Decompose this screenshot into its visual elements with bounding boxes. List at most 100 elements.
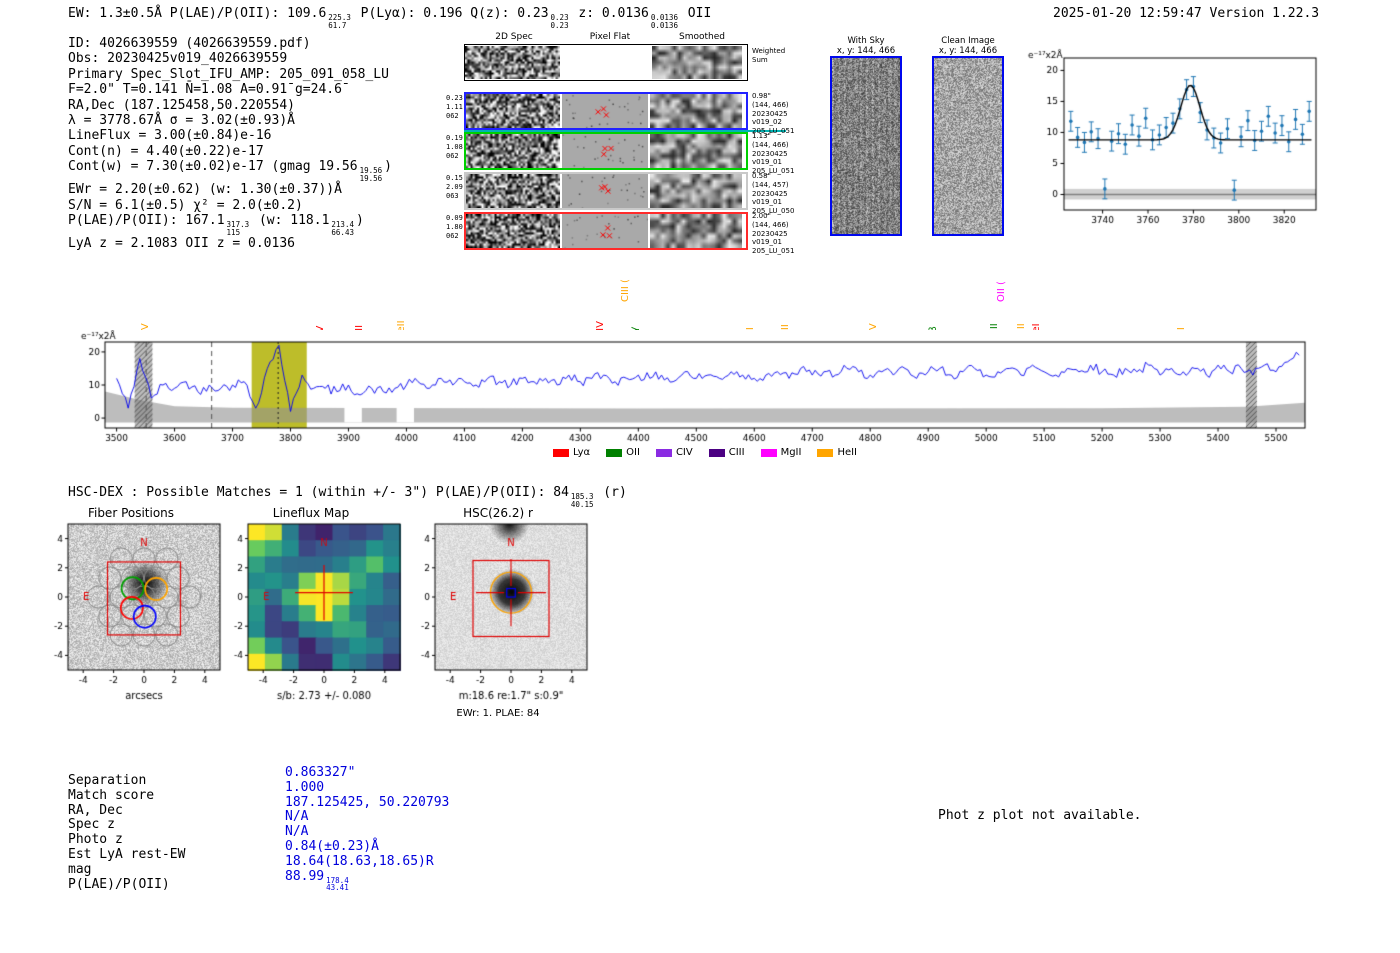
cutout-pixel-flat-image xyxy=(562,214,648,248)
match-label-separation: Separation xyxy=(68,773,147,788)
info-line-id: ID: 4026639559 (4026639559.pdf) xyxy=(68,36,392,51)
legend-swatch xyxy=(708,448,725,457)
cutout-row-1-info: 0.98" (144, 466) 20230425 v019_02 205_LU… xyxy=(752,92,795,135)
match-value-specz: N/A xyxy=(285,809,309,825)
match-table-labels: Separation Match score RA, Dec Spec z Ph… xyxy=(68,773,186,892)
match-value-separation: 0.863327" xyxy=(285,765,356,780)
lineflux-map-title: Lineflux Map xyxy=(272,506,350,520)
cutout-row-2-info: 1.13" (144, 466) 20230425 v019_01 205_LU… xyxy=(752,132,795,175)
legend-item: HeII xyxy=(817,447,857,458)
stacked-fraction: 19.56 19.56 xyxy=(359,166,383,183)
legend-label: CIII xyxy=(728,447,745,458)
info-line-ewr: EWr = 2.20(±0.62) (w: 1.30(±0.37))Å xyxy=(68,182,392,197)
legend-label: MgII xyxy=(780,447,802,458)
lineflux-map-plot xyxy=(216,520,406,706)
match-table-values: 0.863327" 1.000 187.125425, 50.220793 N/… xyxy=(285,765,449,893)
hsc-ewr-caption: EWr: 1. PLAE: 84 xyxy=(456,708,540,719)
cutout-row-3-info: 0.58" (144, 457) 20230425 v019_01 205_LU… xyxy=(752,172,795,215)
match-value-photoz: N/A xyxy=(285,824,309,840)
text-segment: ) xyxy=(355,213,364,229)
col-header-pixel-flat: Pixel Flat xyxy=(589,32,631,42)
text-segment: EWr = 2.20(±0.62) (w: 1.30(±0.37))Å xyxy=(68,182,342,198)
match-value-est-ew: 0.84(±0.23)Å xyxy=(285,838,379,854)
cutout-row-3 xyxy=(464,172,748,210)
summary-header: EW: 1.3±0.5Å P(LAE)/P(OII): 109.6 225.3 61… xyxy=(68,6,711,29)
elixer-report-page: { "meta": {"timestamp": "2025-01-20 12:5… xyxy=(0,0,1400,953)
cutout-pixel-flat-image xyxy=(562,174,648,208)
clean-image-panel xyxy=(932,56,1004,236)
text-segment: (r) xyxy=(595,485,627,500)
legend-label: HeII xyxy=(837,447,858,458)
info-line-plae: P(LAE)/P(OII): 167.1 317.3 115 (w: 118.1 21… xyxy=(68,213,392,236)
col-header-smoothed: Smoothed xyxy=(679,32,725,42)
match-label-mag: mag xyxy=(68,861,92,877)
text-segment: 88.99 xyxy=(285,868,325,884)
legend-swatch xyxy=(606,448,623,457)
text-segment: λ = 3778.67Å σ = 3.02(±0.93)Å xyxy=(68,113,295,129)
text-segment: Primary Spec_Slot_IFU_AMP: 205_091_058_L… xyxy=(68,66,389,82)
info-line-obs: Obs: 20230425v019_4026639559 xyxy=(68,51,392,66)
cutout-grid: 2D Spec Pixel Flat Smoothed Weighted Sum… xyxy=(446,30,810,260)
match-value-score: 1.000 xyxy=(285,779,325,795)
text-segment: OII xyxy=(679,6,712,21)
fiber-positions-title: Fiber Positions xyxy=(87,506,175,520)
text-segment: (w: 118.1 xyxy=(251,213,330,229)
legend-label: Lyα xyxy=(572,447,591,458)
text-segment: EW: 1.3±0.5Å P(LAE)/P(OII): 109.6 xyxy=(68,6,327,21)
cutout-2d-spec-image xyxy=(466,174,560,208)
cutout-row-1-stats: 0.23 1.11 062 xyxy=(446,94,463,121)
text-segment: ) xyxy=(384,159,392,175)
text-segment: P(LAE)/P(OII): 167.1 xyxy=(68,213,225,229)
match-value-mag: 18.64(18.63,18.65)R xyxy=(285,853,434,869)
legend-label: CIV xyxy=(675,447,693,458)
with-sky-title: With Sky x, y: 144, 466 xyxy=(836,36,896,56)
emission-line-labels: CIVNVSiIIHeIISiIVCIII (HγCIICIIICIVHβOII… xyxy=(105,262,1305,340)
info-line-radec: RA,Dec (187.125458,50.220554) xyxy=(68,98,392,113)
info-line-lineflux: LineFlux = 3.00(±0.84)e-16 xyxy=(68,128,392,143)
stacked-fraction: 178.4 43.41 xyxy=(326,875,349,893)
legend-swatch xyxy=(655,448,672,457)
info-line-sn: S/N = 6.1(±0.5) χ² = 2.0(±0.2) xyxy=(68,198,392,213)
legend-item: CIII xyxy=(708,447,745,458)
info-line-cont-n: Cont(n) = 4.40(±0.22)e-17 xyxy=(68,144,392,159)
cutout-2d-spec-image xyxy=(466,214,560,248)
cutout-row-3-stats: 0.15 2.09 063 xyxy=(446,174,463,201)
cutout-pixel-flat-image xyxy=(562,94,648,128)
cutout-smoothed-image xyxy=(650,94,742,128)
info-line-seeing: F=2.0" T=0.141 N̄=1.08 A=0.91̄ g=24.6̄ xyxy=(68,82,392,97)
legend-swatch xyxy=(817,448,834,457)
photz-note: Phot z plot not available. xyxy=(938,808,1142,823)
stacked-fraction: 317.3 115 xyxy=(226,220,250,237)
text-segment: HSC-DEX : Possible Matches = 1 (within +… xyxy=(68,485,569,500)
weighted-2d-spec-image xyxy=(465,46,560,79)
full-spectrum-plot xyxy=(78,330,1313,446)
legend-item: CIV xyxy=(655,447,693,458)
cutout-row-2 xyxy=(464,132,748,170)
cutout-smoothed-image xyxy=(650,214,742,248)
text-segment: RA,Dec (187.125458,50.220554) xyxy=(68,97,295,113)
emission-line-fit-plot xyxy=(1026,46,1326,238)
weighted-sum-row xyxy=(464,44,748,81)
with-sky-panel xyxy=(830,56,902,236)
text-segment: P(Lyα): 0.196 Q(z): 0.23 xyxy=(352,6,549,21)
legend-swatch xyxy=(760,448,777,457)
hsc-cutout-plot xyxy=(403,520,593,706)
text-segment: z: 0.0136 xyxy=(570,6,649,21)
text-segment: Obs: 20230425v019_4026639559 xyxy=(68,51,288,67)
text-segment: LyA z = 2.1083 OII z = 0.0136 xyxy=(68,236,295,252)
legend-item: OII xyxy=(606,447,640,458)
info-line-redshifts: LyA z = 2.1083 OII z = 0.0136 xyxy=(68,236,392,251)
fiber-positions-plot xyxy=(36,520,226,706)
legend-label: OII xyxy=(626,447,640,458)
cutout-row-4-info: 2.00" (144, 466) 20230425 v019_01 205_LU… xyxy=(752,212,795,255)
cutout-pixel-flat-image xyxy=(562,134,648,168)
clean-image xyxy=(934,58,1002,234)
match-label-score: Match score xyxy=(68,787,155,803)
match-label-radec: RA, Dec xyxy=(68,802,123,818)
hsc-cutout-title: HSC(26.2) r xyxy=(463,506,533,520)
clean-image-title: Clean Image x, y: 144, 466 xyxy=(938,36,998,56)
with-sky-image xyxy=(832,58,900,234)
match-label-est-ew: Est LyA rest-EW xyxy=(68,846,186,862)
cutout-smoothed-image xyxy=(650,134,742,168)
info-line-cont-w: Cont(w) = 7.30(±0.02)e-17 (gmag 19.56 19.… xyxy=(68,159,392,182)
